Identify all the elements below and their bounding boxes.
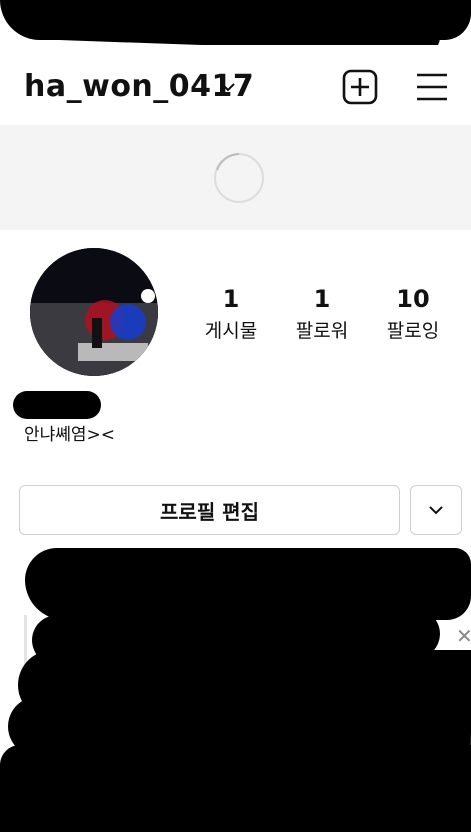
profile-header: ha_won_0417 — [0, 45, 471, 125]
edit-profile-button[interactable]: 프로필 편집 — [19, 485, 400, 535]
following-label: 팔로잉 — [386, 320, 440, 342]
chevron-down-icon[interactable] — [220, 79, 236, 95]
edit-profile-label: 프로필 편집 — [160, 499, 259, 524]
plus-square-icon[interactable] — [342, 69, 378, 105]
posts-count: 1 — [222, 285, 240, 313]
followers-count: 1 — [313, 285, 331, 313]
chevron-down-icon — [429, 506, 443, 515]
loading-spinner-icon — [214, 153, 264, 203]
hamburger-menu-icon[interactable] — [414, 71, 450, 103]
avatar-photo — [30, 248, 158, 376]
redaction-scribble — [13, 391, 101, 419]
following-count: 10 — [396, 285, 430, 313]
suggestions-toggle-button[interactable] — [410, 485, 462, 535]
redaction-scribble — [0, 745, 471, 832]
followers-stat[interactable]: 1 팔로워 — [277, 284, 367, 346]
following-stat[interactable]: 10 팔로잉 — [368, 284, 458, 346]
posts-stat[interactable]: 1 게시물 — [186, 284, 276, 346]
avatar[interactable] — [30, 248, 158, 376]
followers-label: 팔로워 — [295, 320, 349, 342]
close-icon[interactable]: ✕ — [456, 624, 471, 648]
posts-label: 게시물 — [204, 320, 258, 342]
profile-bio: 안냐쎼염>< — [24, 425, 116, 445]
